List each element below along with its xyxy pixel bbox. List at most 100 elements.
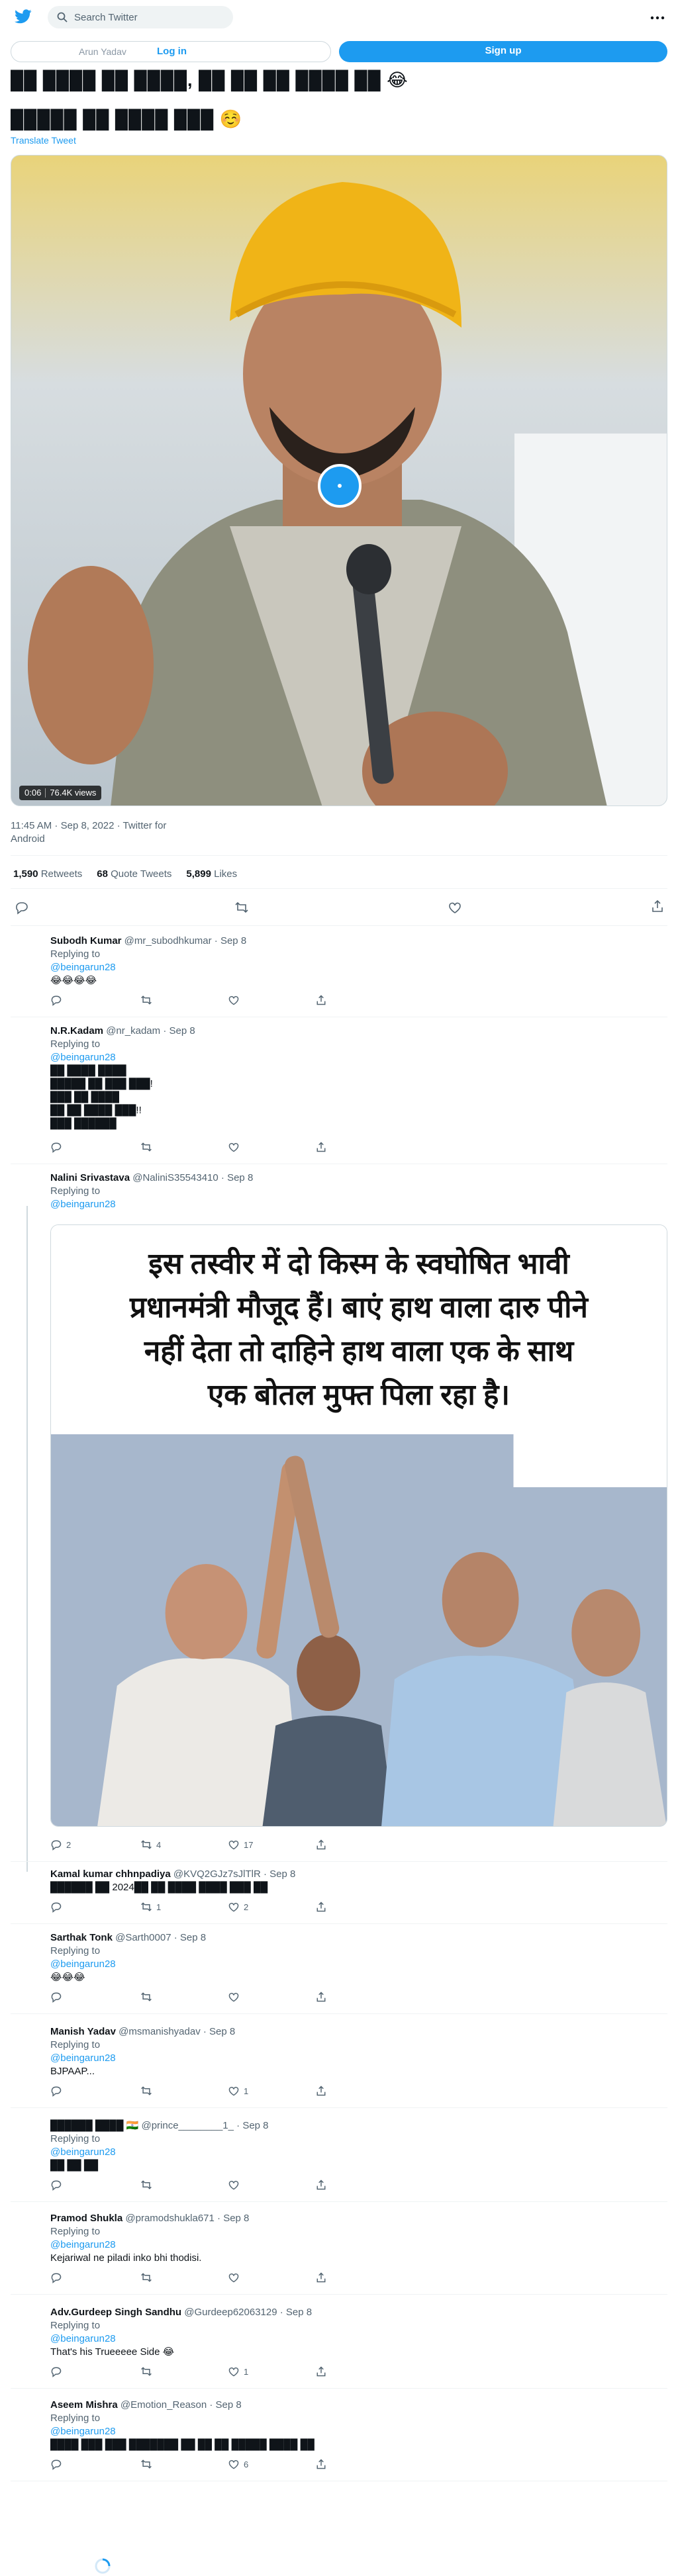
reply-icon[interactable] — [50, 994, 62, 1006]
share-icon[interactable] — [315, 2458, 327, 2470]
share-icon[interactable] — [315, 2366, 327, 2377]
tweet-video[interactable]: 0:06 76.4K views — [11, 155, 667, 806]
reply-author-handle[interactable]: @KVQ2GJz7sJlTlR — [173, 1868, 261, 1880]
like-icon[interactable] — [228, 1839, 240, 1851]
reply-action-share[interactable] — [315, 1901, 327, 1913]
reply-icon[interactable] — [50, 2272, 62, 2283]
reply-date[interactable]: · Sep 8 — [163, 1025, 195, 1036]
share-icon[interactable] — [315, 2272, 327, 2283]
reply-action-share[interactable] — [315, 2272, 327, 2283]
retweets-stat[interactable]: 1,590 Retweets — [13, 868, 82, 880]
retweet-icon[interactable] — [140, 2366, 152, 2377]
share-icon[interactable] — [315, 1901, 327, 1913]
reply-action-share[interactable] — [315, 1991, 327, 2003]
reply-tweet[interactable]: Aseem Mishra @Emotion_Reason · Sep 8 Repl… — [50, 2399, 666, 2452]
reply-action[interactable] — [50, 2085, 66, 2097]
reply-tweet[interactable]: N.R.Kadam @nr_kadam · Sep 8 Replying to @b… — [50, 1025, 666, 1130]
reply-date[interactable]: · Sep 8 — [264, 1868, 295, 1880]
reply-date[interactable]: · Sep 8 — [215, 935, 246, 946]
replying-to-mention[interactable]: @beingarun28 — [50, 1198, 666, 1211]
likes-stat[interactable]: 5,899 Likes — [186, 868, 237, 880]
reply-action[interactable] — [140, 1991, 156, 2003]
reply-icon[interactable] — [50, 2179, 62, 2191]
reply-action[interactable]: 6 — [228, 2458, 248, 2470]
reply-author-handle[interactable]: @Emotion_Reason — [121, 2399, 207, 2411]
login-button[interactable]: Arun Yadav Log in — [11, 41, 331, 62]
like-icon[interactable] — [228, 1141, 240, 1153]
reply-author-name[interactable]: Subodh Kumar — [50, 935, 122, 946]
tweet-timestamp[interactable]: 11:45 AM · Sep 8, 2022 · Twitter for And… — [11, 819, 183, 846]
reply-action[interactable] — [50, 1991, 66, 2003]
replying-to-mention[interactable]: @beingarun28 — [50, 2146, 666, 2159]
reply-action[interactable] — [50, 1141, 66, 1153]
reply-action-share[interactable] — [315, 2179, 327, 2191]
reply-author-name[interactable]: Kamal kumar chhnpadiya — [50, 1868, 171, 1880]
reply-action[interactable] — [228, 2179, 244, 2191]
reply-action[interactable]: 1 — [228, 2366, 248, 2377]
reply-author-name[interactable]: ██████ ████ 🇮🇳 — [50, 2120, 138, 2131]
signup-button[interactable]: Sign up — [339, 41, 667, 62]
retweet-icon[interactable] — [140, 1901, 152, 1913]
replying-to-mention[interactable]: @beingarun28 — [50, 1958, 666, 1971]
reply-action-share[interactable] — [315, 2366, 327, 2377]
retweet-icon[interactable] — [140, 2179, 152, 2191]
reply-author-handle[interactable]: @mr_subodhkumar — [124, 935, 212, 946]
reply-tweet[interactable]: Sarthak Tonk @Sarth0007 · Sep 8 Replying … — [50, 1931, 666, 1984]
reply-action-share[interactable] — [315, 994, 327, 1006]
reply-author-name[interactable]: Manish Yadav — [50, 2026, 116, 2037]
reply-action[interactable]: 2 — [228, 1901, 248, 1913]
reply-action[interactable] — [50, 994, 66, 1006]
reply-date[interactable]: · Sep 8 — [221, 1172, 253, 1183]
reply-action[interactable]: 17 — [228, 1839, 253, 1851]
share-icon[interactable] — [315, 2179, 327, 2191]
reply-action[interactable] — [228, 2272, 244, 2283]
like-icon[interactable] — [228, 1991, 240, 2003]
reply-author-handle[interactable]: @prince________1_ — [141, 2120, 234, 2131]
more-options-icon[interactable] — [649, 9, 666, 26]
reply-icon[interactable] — [50, 2085, 62, 2097]
twitter-bird-icon[interactable] — [15, 9, 32, 24]
reply-icon[interactable] — [50, 1991, 62, 2003]
search-input[interactable]: Search Twitter — [48, 6, 233, 28]
like-icon[interactable] — [228, 2366, 240, 2377]
reply-action[interactable] — [50, 2458, 66, 2470]
share-icon[interactable] — [315, 994, 327, 1006]
reply-author-name[interactable]: Adv.Gurdeep Singh Sandhu — [50, 2307, 181, 2318]
reply-action-share[interactable] — [315, 1839, 327, 1851]
like-icon[interactable] — [228, 2179, 240, 2191]
replying-to-mention[interactable]: @beingarun28 — [50, 961, 666, 974]
reply-action[interactable] — [228, 994, 244, 1006]
reply-action[interactable] — [140, 1141, 156, 1153]
share-icon[interactable] — [315, 1991, 327, 2003]
retweet-icon[interactable] — [140, 1141, 152, 1153]
reply-author-name[interactable]: N.R.Kadam — [50, 1025, 103, 1036]
retweet-icon[interactable] — [140, 2085, 152, 2097]
reply-action[interactable]: 1 — [140, 1901, 161, 1913]
reply-author-handle[interactable]: @Sarth0007 — [115, 1932, 171, 1943]
reply-action[interactable] — [140, 2272, 156, 2283]
share-icon[interactable] — [315, 2085, 327, 2097]
reply-author-handle[interactable]: @pramodshukla671 — [125, 2213, 214, 2224]
reply-date[interactable]: · Sep 8 — [236, 2120, 268, 2131]
reply-date[interactable]: · Sep 8 — [203, 2026, 235, 2037]
retweet-icon[interactable] — [140, 2272, 152, 2283]
share-icon[interactable] — [315, 1839, 327, 1851]
reply-action[interactable] — [50, 2366, 66, 2377]
reply-date[interactable]: · Sep 8 — [174, 1932, 206, 1943]
reply-author-handle[interactable]: @msmanishyadav — [119, 2026, 201, 2037]
translate-tweet-link[interactable]: Translate Tweet — [11, 135, 76, 146]
reply-action[interactable] — [140, 2366, 156, 2377]
reply-action[interactable] — [140, 994, 156, 1006]
reply-author-name[interactable]: Sarthak Tonk — [50, 1932, 113, 1943]
retweet-icon[interactable] — [140, 2458, 152, 2470]
reply-action[interactable] — [228, 1141, 244, 1153]
share-icon[interactable] — [315, 1141, 327, 1153]
reply-date[interactable]: · Sep 8 — [209, 2399, 241, 2411]
reply-action[interactable]: 4 — [140, 1839, 161, 1851]
reply-icon[interactable] — [50, 1901, 62, 1913]
reply-author-handle[interactable]: @NaliniS35543410 — [132, 1172, 218, 1183]
reply-icon[interactable] — [15, 900, 29, 915]
retweet-icon[interactable] — [140, 1991, 152, 2003]
reply-icon[interactable] — [50, 1839, 62, 1851]
reply-icon[interactable] — [50, 1141, 62, 1153]
